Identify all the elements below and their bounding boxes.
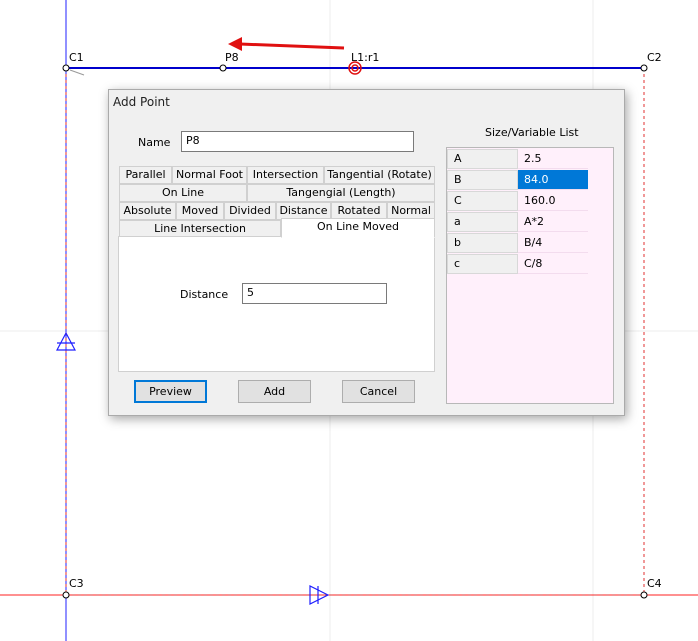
distance-label: Distance: [180, 288, 229, 301]
dialog-title: Add Point: [113, 95, 170, 109]
variable-row[interactable]: b B/4: [447, 233, 589, 254]
variable-value-selected[interactable]: 84.0: [518, 170, 588, 190]
point-label-c3: C3: [69, 577, 84, 590]
variable-row[interactable]: c C/8: [447, 254, 589, 275]
variable-key: C: [447, 191, 518, 211]
variable-key: A: [447, 149, 518, 169]
variable-value[interactable]: 160.0: [518, 191, 588, 211]
point-label-c1: C1: [69, 51, 84, 64]
tab-intersection[interactable]: Intersection: [247, 166, 324, 184]
add-point-dialog: Add Point Name P8 Parallel Normal Foot I…: [108, 89, 625, 416]
tab-normal-foot[interactable]: Normal Foot: [172, 166, 247, 184]
variable-value[interactable]: 2.5: [518, 149, 588, 169]
variable-value[interactable]: B/4: [518, 233, 588, 253]
direction-arrow-icon: [228, 37, 345, 51]
point-c4[interactable]: [640, 591, 648, 599]
variable-row[interactable]: B 84.0: [447, 170, 589, 191]
variable-row[interactable]: a A*2: [447, 212, 589, 233]
variable-key: c: [447, 254, 518, 274]
add-button[interactable]: Add: [238, 380, 311, 403]
tab-parallel[interactable]: Parallel: [119, 166, 172, 184]
point-c3[interactable]: [62, 591, 70, 599]
point-label-c4: C4: [647, 577, 662, 590]
tab-panel: Distance 5: [118, 236, 435, 372]
cancel-button[interactable]: Cancel: [342, 380, 415, 403]
point-p8[interactable]: [219, 64, 227, 72]
variable-row[interactable]: C 160.0: [447, 191, 589, 212]
point-c1[interactable]: [62, 64, 70, 72]
tab-moved[interactable]: Moved: [176, 202, 224, 220]
point-label-p8: P8: [225, 51, 239, 64]
tab-absolute[interactable]: Absolute: [119, 202, 176, 220]
variable-key: B: [447, 170, 518, 190]
variable-value[interactable]: C/8: [518, 254, 588, 274]
point-c2[interactable]: [640, 64, 648, 72]
variable-list: A 2.5 B 84.0 C 160.0 a A*2 b B/4 c C/8: [446, 147, 614, 404]
tab-on-line-moved[interactable]: On Line Moved: [281, 218, 435, 238]
tab-divided[interactable]: Divided: [224, 202, 276, 220]
variable-value[interactable]: A*2: [518, 212, 588, 232]
name-field[interactable]: P8: [181, 131, 414, 152]
tab-tangential-rotate[interactable]: Tangential (Rotate): [324, 166, 435, 184]
tab-on-line[interactable]: On Line: [119, 184, 247, 202]
preview-button[interactable]: Preview: [134, 380, 207, 403]
variable-list-title: Size/Variable List: [485, 126, 579, 139]
name-label: Name: [138, 136, 171, 149]
distance-field[interactable]: 5: [242, 283, 387, 304]
variable-key: a: [447, 212, 518, 232]
point-label-c2: C2: [647, 51, 662, 64]
variable-row[interactable]: A 2.5: [447, 149, 589, 170]
c1-tick: [69, 69, 85, 76]
variable-key: b: [447, 233, 518, 253]
tab-tangential-length[interactable]: Tangengial (Length): [247, 184, 435, 202]
point-label-l1: L1:r1: [351, 51, 380, 64]
